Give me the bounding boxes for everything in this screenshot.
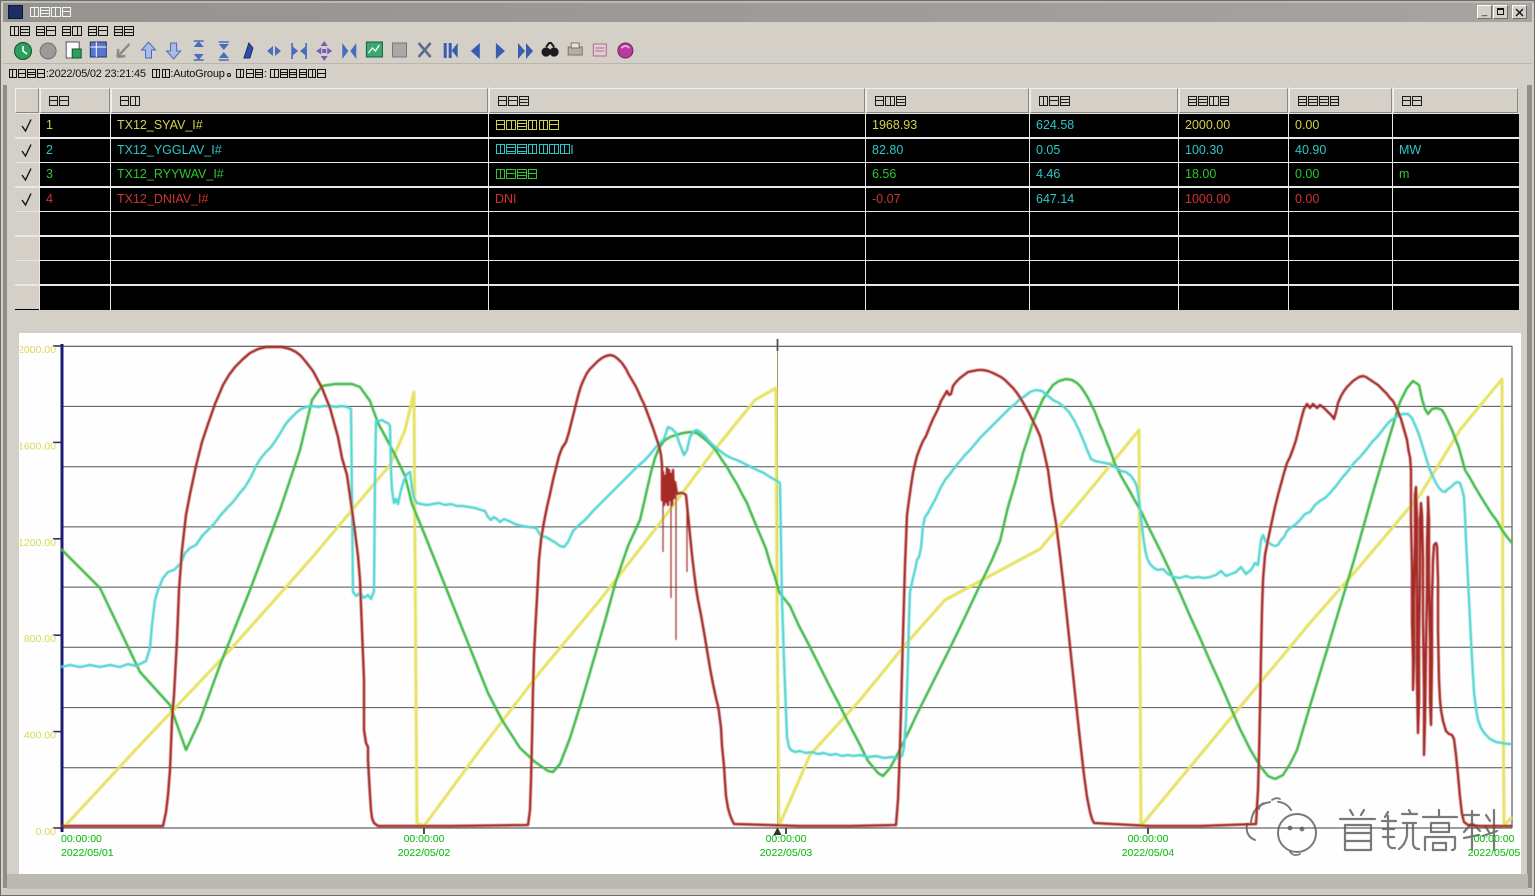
svg-text:1600.00: 1600.00 xyxy=(18,440,56,452)
svg-text:2022/05/02: 2022/05/02 xyxy=(398,847,451,859)
svg-text:1200.00: 1200.00 xyxy=(18,537,56,549)
svg-text:400.00: 400.00 xyxy=(24,730,56,742)
svg-text:2022/05/04: 2022/05/04 xyxy=(1122,847,1175,859)
svg-text:00:00:00: 00:00:00 xyxy=(1128,833,1169,845)
svg-text:00:00:00: 00:00:00 xyxy=(1474,833,1515,845)
svg-text:0.00: 0.00 xyxy=(36,826,57,838)
svg-text:00:00:00: 00:00:00 xyxy=(766,833,807,845)
svg-text:2022/05/01: 2022/05/01 xyxy=(61,847,114,859)
svg-text:00:00:00: 00:00:00 xyxy=(404,833,445,845)
svg-text:800.00: 800.00 xyxy=(24,633,56,645)
svg-text:2000.00: 2000.00 xyxy=(18,344,56,356)
svg-text:2022/05/05: 2022/05/05 xyxy=(1468,847,1521,859)
svg-text:2022/05/03: 2022/05/03 xyxy=(760,847,813,859)
svg-text:00:00:00: 00:00:00 xyxy=(61,833,102,845)
